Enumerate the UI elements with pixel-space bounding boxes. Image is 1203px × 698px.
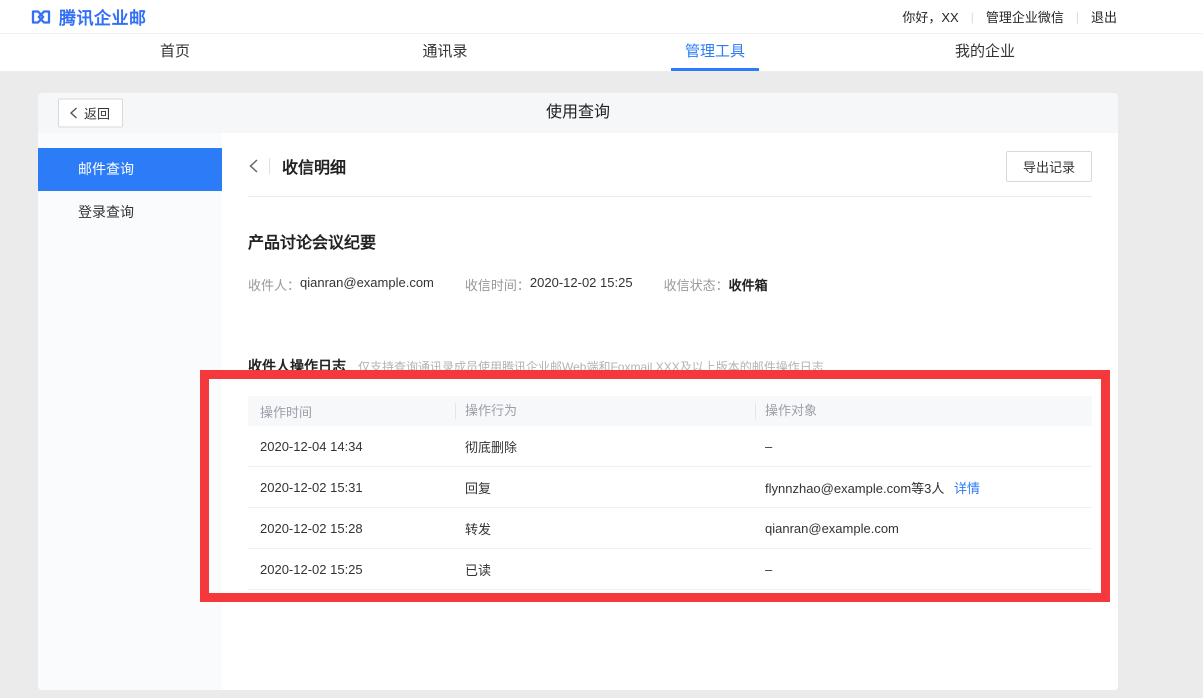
topbar-links: 你好，XX | 管理企业微信 | 退出 [902, 7, 1117, 26]
meta-value: 收件箱 [729, 275, 768, 294]
meta-label: 收信状态： [664, 275, 729, 294]
panel-header: 返回 使用查询 [38, 93, 1118, 133]
cell-target: – [755, 439, 1092, 454]
chevron-left-icon [248, 158, 259, 174]
meta-value: qianran@example.com [300, 275, 434, 294]
vertical-divider [269, 158, 270, 174]
topbar: 腾讯企业邮 你好，XX | 管理企业微信 | 退出 [0, 0, 1203, 34]
back-button[interactable]: 返回 [58, 99, 123, 128]
cell-target-text: flynnzhao@example.com等3人 [765, 481, 944, 496]
back-chevron-button[interactable] [248, 158, 259, 174]
exmail-logo-icon [30, 6, 52, 28]
details-link[interactable]: 详情 [954, 481, 980, 496]
meta-value: 2020-12-02 15:25 [530, 275, 633, 294]
cell-target: – [755, 562, 1092, 577]
cell-time: 2020-12-02 15:31 [248, 480, 455, 495]
table-header-row: 操作时间 操作行为 操作对象 [248, 396, 1092, 426]
meta-recipient: 收件人： qianran@example.com [248, 275, 434, 294]
table-row: 2020-12-02 15:31 回复 flynnzhao@example.co… [248, 467, 1092, 508]
cell-action: 回复 [455, 478, 755, 497]
chevron-left-icon [69, 107, 78, 120]
main-nav: 首页 通讯录 管理工具 我的企业 [0, 34, 1203, 72]
logout-link[interactable]: 退出 [1091, 7, 1117, 26]
logo[interactable]: 腾讯企业邮 [30, 4, 147, 29]
cell-action: 彻底删除 [455, 437, 755, 456]
cell-action: 已读 [455, 560, 755, 579]
meta-receive-status: 收信状态： 收件箱 [664, 275, 768, 294]
manage-wecom-link[interactable]: 管理企业微信 [986, 7, 1064, 26]
mail-subject: 产品讨论会议纪要 [248, 229, 1092, 253]
detail-header: 收信明细 导出记录 [248, 152, 1092, 180]
column-header-time: 操作时间 [248, 402, 455, 421]
cell-target: qianran@example.com [755, 521, 1092, 536]
tab-home[interactable]: 首页 [40, 34, 310, 71]
export-records-button[interactable]: 导出记录 [1006, 151, 1092, 182]
header-divider [248, 196, 1092, 197]
page-title: 使用查询 [38, 93, 1118, 133]
sidebar: 邮件查询 登录查询 [38, 133, 222, 690]
tab-contacts[interactable]: 通讯录 [310, 34, 580, 71]
cell-time: 2020-12-04 14:34 [248, 439, 455, 454]
table-row: 2020-12-04 14:34 彻底删除 – [248, 426, 1092, 467]
cell-time: 2020-12-02 15:25 [248, 562, 455, 577]
meta-receive-time: 收信时间： 2020-12-02 15:25 [465, 275, 633, 294]
log-section-note: 仅支持查询通讯录成员使用腾讯企业邮Web端和Foxmail XXX及以上版本的邮… [358, 358, 824, 375]
column-header-action: 操作行为 [455, 403, 755, 419]
back-button-label: 返回 [84, 104, 110, 123]
cell-target: flynnzhao@example.com等3人 详情 [755, 478, 1092, 497]
sidebar-item-login-query[interactable]: 登录查询 [38, 191, 222, 234]
table-row: 2020-12-02 15:25 已读 – [248, 549, 1092, 590]
greeting-text: 你好，XX [902, 7, 958, 26]
divider: | [971, 10, 974, 24]
tab-admin-tools-label: 管理工具 [685, 43, 745, 60]
cell-time: 2020-12-02 15:28 [248, 521, 455, 536]
meta-label: 收信时间： [465, 275, 530, 294]
cell-action: 转发 [455, 519, 755, 538]
active-tab-underline [671, 68, 759, 71]
divider: | [1076, 10, 1079, 24]
logo-text: 腾讯企业邮 [59, 4, 147, 29]
mail-meta: 收件人： qianran@example.com 收信时间： 2020-12-0… [248, 275, 1092, 294]
tab-admin-tools[interactable]: 管理工具 [580, 34, 850, 71]
main-content: 收信明细 导出记录 产品讨论会议纪要 收件人： qianran@example.… [222, 133, 1118, 690]
meta-label: 收件人： [248, 275, 300, 294]
operation-log-table: 操作时间 操作行为 操作对象 2020-12-04 14:34 彻底删除 – 2… [248, 396, 1092, 590]
sidebar-item-mail-query[interactable]: 邮件查询 [38, 148, 222, 191]
tab-my-company[interactable]: 我的企业 [850, 34, 1120, 71]
detail-title: 收信明细 [282, 154, 346, 178]
log-section-title: 收件人操作日志 [248, 356, 346, 376]
log-section-header: 收件人操作日志 仅支持查询通讯录成员使用腾讯企业邮Web端和Foxmail XX… [248, 356, 1092, 376]
usage-query-panel: 返回 使用查询 邮件查询 登录查询 收信明细 导出记录 产品讨论会议纪要 [38, 93, 1118, 690]
column-header-target: 操作对象 [755, 403, 1092, 419]
table-row: 2020-12-02 15:28 转发 qianran@example.com [248, 508, 1092, 549]
